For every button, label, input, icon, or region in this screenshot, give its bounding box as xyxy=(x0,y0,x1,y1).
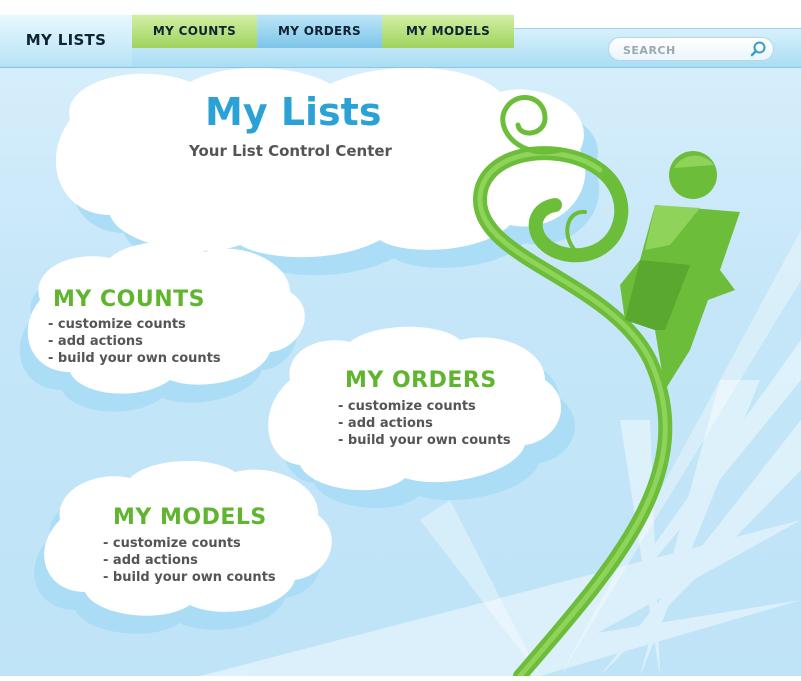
app-window: MY COUNTS MY ORDERS MY MODELS MY LISTS M… xyxy=(0,0,801,681)
content: My Lists Your List Control Center MY COU… xyxy=(0,0,801,681)
list-item[interactable]: add actions xyxy=(103,552,276,569)
section-list-my-orders: customize counts add actions build your … xyxy=(338,398,511,449)
page-subtitle: Your List Control Center xyxy=(189,142,392,160)
list-item[interactable]: build your own counts xyxy=(338,432,511,449)
list-item[interactable]: customize counts xyxy=(103,535,276,552)
section-list-my-models: customize counts add actions build your … xyxy=(103,535,276,586)
list-item[interactable]: add actions xyxy=(338,415,511,432)
list-item[interactable]: customize counts xyxy=(338,398,511,415)
section-title-my-orders[interactable]: MY ORDERS xyxy=(345,368,497,393)
page-title: My Lists xyxy=(205,90,382,134)
list-item[interactable]: build your own counts xyxy=(48,350,221,367)
section-list-my-counts: customize counts add actions build your … xyxy=(48,316,221,367)
section-title-my-counts[interactable]: MY COUNTS xyxy=(53,287,205,312)
list-item[interactable]: build your own counts xyxy=(103,569,276,586)
section-title-my-models[interactable]: MY MODELS xyxy=(113,505,267,530)
list-item[interactable]: customize counts xyxy=(48,316,221,333)
list-item[interactable]: add actions xyxy=(48,333,221,350)
